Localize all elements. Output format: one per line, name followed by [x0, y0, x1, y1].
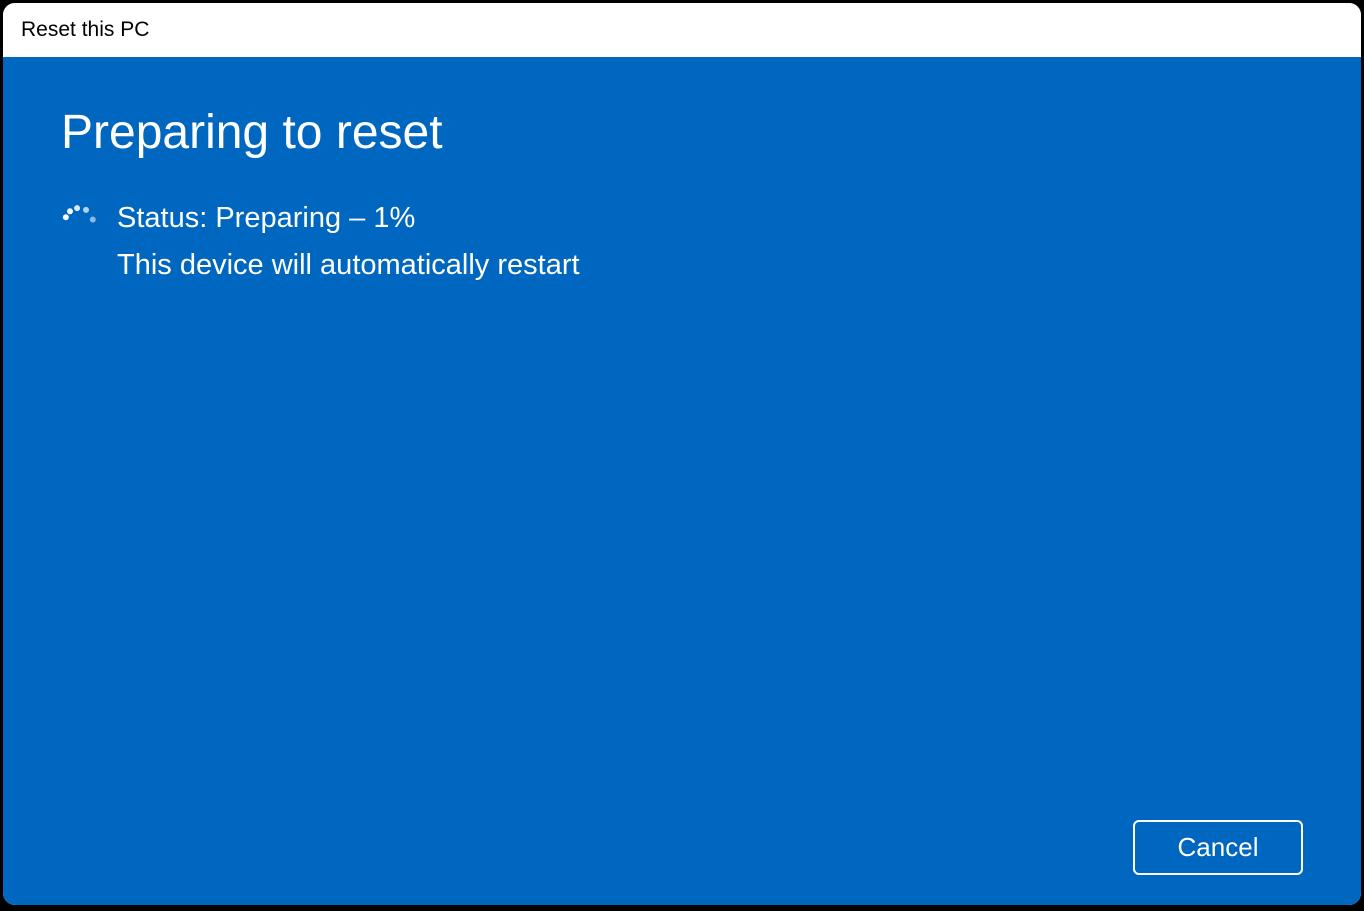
status-row: Status: Preparing – 1% This device will … — [61, 202, 1303, 282]
cancel-button[interactable]: Cancel — [1133, 820, 1303, 875]
progress-spinner-icon — [61, 204, 97, 240]
restart-notice: This device will automatically restart — [117, 249, 580, 282]
window-titlebar: Reset this PC — [3, 3, 1361, 57]
status-text: Status: Preparing – 1% — [117, 202, 580, 235]
dialog-footer: Cancel — [61, 820, 1303, 875]
window-title: Reset this PC — [21, 18, 149, 42]
dialog-heading: Preparing to reset — [61, 105, 1303, 160]
status-text-block: Status: Preparing – 1% This device will … — [117, 202, 580, 282]
dialog-content: Preparing to reset Status: Preparing – 1… — [3, 57, 1361, 905]
dialog-window: Reset this PC Preparing to reset Status:… — [3, 3, 1361, 905]
